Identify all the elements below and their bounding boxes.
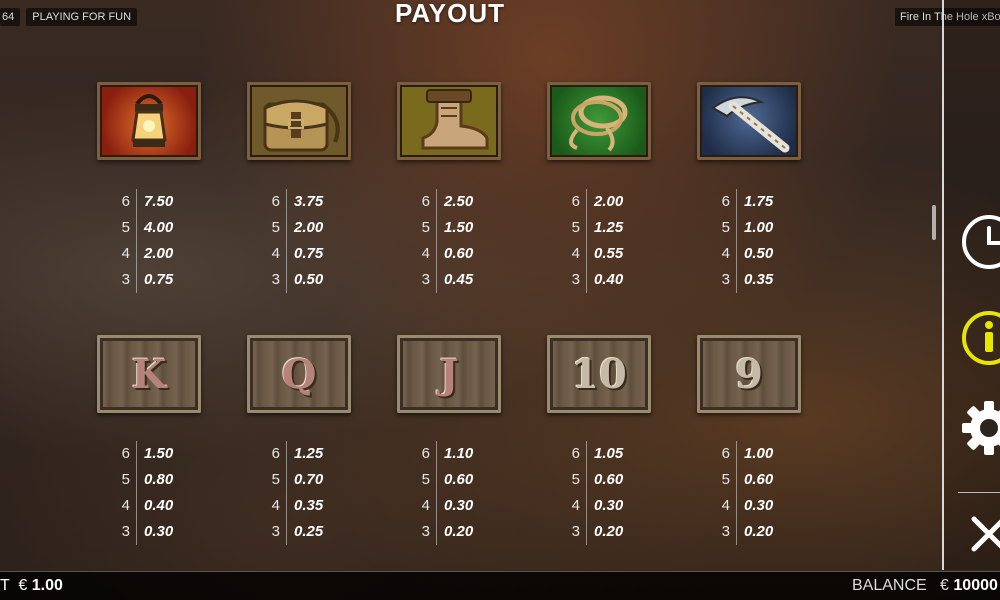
pay-row: 6 7.50	[118, 189, 198, 219]
pay-row: 6 2.50	[418, 189, 498, 219]
pay-row: 5 0.60	[568, 467, 648, 497]
pay-row: 3 0.20	[418, 519, 498, 549]
info-icon	[962, 311, 1000, 365]
lantern-paytable: 6 7.50 5 4.00 4 2.00 3 0.75	[118, 189, 198, 297]
pay-row: 3 0.40	[568, 267, 648, 297]
pay-row: 6 1.75	[718, 189, 798, 219]
side-panel-divider-line	[942, 0, 944, 570]
pay-row: 6 1.00	[718, 441, 798, 471]
pay-row: 3 0.20	[718, 519, 798, 549]
pay-row: 4 0.30	[568, 493, 648, 523]
pay-row: 3 0.45	[418, 267, 498, 297]
boot-symbol	[397, 82, 501, 160]
pay-row: 3 0.75	[118, 267, 198, 297]
history-clock-icon	[962, 215, 1000, 269]
pay-row: 5 4.00	[118, 215, 198, 245]
q-paytable: 6 1.25 5 0.70 4 0.35 3 0.25	[268, 441, 348, 549]
pay-row: 3 0.30	[118, 519, 198, 549]
bet-display: T € 1.00	[0, 577, 63, 595]
pay-row: 6 2.00	[568, 189, 648, 219]
pay-row: 3 0.20	[568, 519, 648, 549]
pay-row: 5 1.25	[568, 215, 648, 245]
pay-row: 6 1.05	[568, 441, 648, 471]
pay-row: 5 0.80	[118, 467, 198, 497]
pay-row: 6 3.75	[268, 189, 348, 219]
side-panel-separator	[958, 492, 1000, 493]
satchel-symbol	[247, 82, 351, 160]
bottom-bar: T € 1.00 BALANCE € 10000	[0, 571, 1000, 600]
pay-row: 6 1.10	[418, 441, 498, 471]
q-symbol: Q	[247, 335, 351, 413]
scrollbar-thumb[interactable]	[932, 205, 936, 240]
ten-paytable: 6 1.05 5 0.60 4 0.30 3 0.20	[568, 441, 648, 549]
info-button[interactable]	[958, 308, 1000, 368]
pay-row: 4 0.35	[268, 493, 348, 523]
bet-amount: 1.00	[31, 577, 63, 594]
rope-symbol	[547, 82, 651, 160]
pay-row: 6 1.25	[268, 441, 348, 471]
history-button[interactable]	[958, 212, 1000, 272]
j-paytable: 6 1.10 5 0.60 4 0.30 3 0.20	[418, 441, 498, 549]
pay-row: 3 0.35	[718, 267, 798, 297]
j-symbol: J	[397, 335, 501, 413]
pay-row: 4 2.00	[118, 241, 198, 271]
pay-row: 5 0.60	[718, 467, 798, 497]
bet-label: T	[0, 577, 10, 594]
bet-currency: €	[18, 577, 28, 594]
page-title: PAYOUT	[394, 0, 506, 28]
nine-paytable: 6 1.00 5 0.60 4 0.30 3 0.20	[718, 441, 798, 549]
pickaxe-symbol	[697, 82, 801, 160]
nine-symbol: 9	[697, 335, 801, 413]
k-symbol: K	[97, 335, 201, 413]
settings-button[interactable]	[958, 398, 1000, 458]
pay-row: 4 0.40	[118, 493, 198, 523]
balance-label: BALANCE	[852, 577, 927, 594]
pickaxe-paytable: 6 1.75 5 1.00 4 0.50 3 0.35	[718, 189, 798, 297]
satchel-paytable: 6 3.75 5 2.00 4 0.75 3 0.50	[268, 189, 348, 297]
pay-row: 5 1.50	[418, 215, 498, 245]
k-paytable: 6 1.50 5 0.80 4 0.40 3 0.30	[118, 441, 198, 549]
rope-paytable: 6 2.00 5 1.25 4 0.55 3 0.40	[568, 189, 648, 297]
pay-row: 5 2.00	[268, 215, 348, 245]
pay-row: 4 0.30	[718, 493, 798, 523]
pay-row: 3 0.50	[268, 267, 348, 297]
pay-row: 3 0.25	[268, 519, 348, 549]
balance-display: BALANCE € 10000	[852, 577, 998, 595]
pay-row: 5 0.70	[268, 467, 348, 497]
pay-row: 4 0.55	[568, 241, 648, 271]
pay-row: 6 1.50	[118, 441, 198, 471]
ten-symbol: 10	[547, 335, 651, 413]
pay-row: 5 0.60	[418, 467, 498, 497]
settings-gear-icon	[962, 401, 1000, 455]
pay-row: 4 0.30	[418, 493, 498, 523]
pay-row: 5 1.00	[718, 215, 798, 245]
close-icon	[971, 516, 1000, 552]
side-panel	[942, 0, 1000, 570]
balance-currency: €	[940, 577, 949, 594]
close-button[interactable]	[958, 505, 1000, 565]
balance-amount: 10000	[953, 577, 998, 594]
pay-row: 4 0.60	[418, 241, 498, 271]
lantern-symbol	[97, 82, 201, 160]
pay-row: 4 0.50	[718, 241, 798, 271]
boot-paytable: 6 2.50 5 1.50 4 0.60 3 0.45	[418, 189, 498, 297]
pay-row: 4 0.75	[268, 241, 348, 271]
